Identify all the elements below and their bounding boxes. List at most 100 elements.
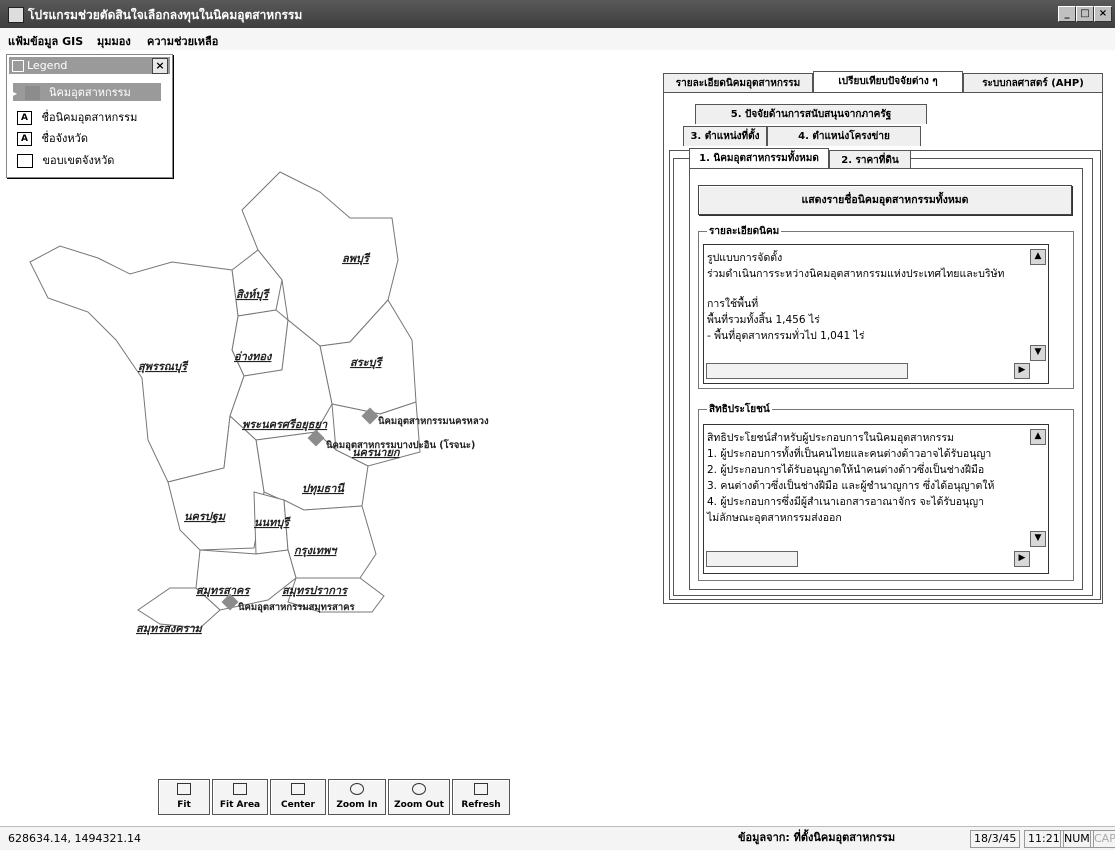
fit-icon — [177, 783, 191, 795]
caps-lock-indicator: CAPS — [1090, 830, 1115, 848]
details-line: พื้นที่รวมทั้งสิ้น 1,456 ไร่ — [707, 314, 820, 326]
horizontal-scrollbar[interactable] — [706, 551, 798, 567]
province-label: อ่างทอง — [234, 350, 273, 363]
status-bar: 628634.14, 1494321.14 ข้อมูลจาก: ที่ตั้ง… — [0, 826, 1115, 850]
coordinate-readout: 628634.14, 1494321.14 — [8, 832, 141, 845]
status-date: 18/3/45 — [970, 830, 1021, 848]
privileges-line: 2. ผู้ประกอบการได้รับอนุญาตให้นำคนต่างด้… — [707, 464, 985, 476]
province-label: สมุทรสาคร — [196, 584, 251, 598]
province-label: กรุงเทพฯ — [294, 544, 338, 558]
details-line: รูปแบบการจัดตั้ง — [707, 252, 783, 264]
menu-help[interactable]: ความช่วยเหลือ — [147, 32, 218, 50]
tab-compare-factors[interactable]: เปรียบเทียบปัจจัยต่าง ๆ — [813, 71, 963, 93]
minimize-button[interactable]: _ — [1058, 6, 1076, 22]
province-samutsakhon — [195, 549, 297, 611]
zoom-in-button-label: Zoom In — [336, 800, 378, 810]
estate-label: นิคมอุตสาหกรรมสมุทรสาคร — [238, 602, 356, 613]
tab-land-price[interactable]: 2. ราคาที่ดิน — [829, 150, 911, 170]
expand-arrow-icon: ▸ — [13, 89, 18, 98]
scroll-down-button[interactable]: ▼ — [1030, 345, 1046, 361]
tab-ahp[interactable]: ระบบกลศาสตร์ (AHP) — [963, 73, 1103, 93]
privileges-line: 4. ผู้ประกอบการซึ่งมีผู้สำเนาเอกสารอาณาจ… — [707, 496, 985, 508]
legend-window[interactable]: Legend × ▸ นิคมอุตสาหกรรม A ชื่อนิคมอุตส… — [6, 54, 173, 178]
tab-page-active: แสดงรายชื่อนิคมอุตสาหกรรมทั้งหมด รายละเอ… — [689, 168, 1083, 590]
privileges-line: สิทธิประโยชน์สำหรับผู้ประกอบการในนิคมอุต… — [707, 432, 954, 444]
tab-all-estates[interactable]: 1. นิคมอุตสาหกรรมทั้งหมด — [689, 148, 829, 169]
center-button[interactable]: Center — [270, 779, 326, 815]
province-label: สุพรรณบุรี — [138, 360, 189, 374]
details-line: ร่วมดำเนินการระหว่างนิคมอุตสาหกรรมแห่งปร… — [707, 268, 1005, 280]
scroll-up-button[interactable]: ▲ — [1030, 429, 1046, 445]
map-canvas[interactable]: ลพบุรี สิงห์บุรี อ่างทอง สระบุรี สุพรรณบ… — [20, 170, 640, 670]
fit-area-button[interactable]: Fit Area — [212, 779, 268, 815]
label-symbol-icon: A — [17, 111, 32, 125]
tab-estate-details[interactable]: รายละเอียดนิคมอุตสาหกรรม — [663, 73, 813, 93]
scroll-up-button[interactable]: ▲ — [1030, 249, 1046, 265]
close-button[interactable]: × — [1094, 6, 1112, 22]
tab-gov-support[interactable]: 5. ปัจจัยด้านการสนับสนุนจากภาครัฐ — [695, 104, 927, 124]
province-label: พระนครศรีอยุธยา — [242, 418, 328, 432]
province-suphanburi — [29, 245, 245, 483]
scroll-down-button[interactable]: ▼ — [1030, 531, 1046, 547]
show-all-estates-button[interactable]: แสดงรายชื่อนิคมอุตสาหกรรมทั้งหมด — [698, 185, 1072, 215]
menu-gis-file[interactable]: แฟ้มข้อมูล GIS — [8, 32, 83, 50]
refresh-button[interactable]: Refresh — [452, 779, 510, 815]
refresh-button-label: Refresh — [461, 800, 501, 810]
zoom-in-button[interactable]: Zoom In — [328, 779, 386, 815]
estate-label: นิคมอุตสาหกรรมนครหลวง — [378, 416, 489, 427]
num-lock-indicator: NUM — [1060, 830, 1094, 848]
detail-panel: รายละเอียดนิคมอุตสาหกรรม เปรียบเทียบปัจจ… — [663, 70, 1103, 605]
data-source-text: ข้อมูลจาก: ที่ตั้งนิคมอุตสาหกรรม — [738, 831, 896, 844]
legend-item-label: ขอบเขตจังหวัด — [42, 154, 115, 167]
title-bar: โปรแกรมช่วยตัดสินใจเลือกลงทุนในนิคมอุตสา… — [0, 0, 1115, 28]
zoom-out-button-label: Zoom Out — [394, 800, 444, 810]
boundary-symbol-icon — [17, 154, 33, 168]
status-time: 11:21 — [1024, 830, 1064, 848]
province-label: สมุทรสงคราม — [136, 622, 204, 636]
province-label: สระบุรี — [350, 356, 384, 370]
province-label: ลพบุรี — [342, 252, 371, 266]
maximize-button[interactable]: □ — [1076, 6, 1094, 22]
legend-item-label: นิคมอุตสาหกรรม — [49, 86, 131, 99]
province-label: สมุทรปราการ — [282, 584, 349, 598]
fit-area-button-label: Fit Area — [219, 800, 261, 810]
list-icon — [12, 60, 24, 72]
zoom-in-icon — [350, 783, 364, 795]
privileges-textbox[interactable]: สิทธิประโยชน์สำหรับผู้ประกอบการในนิคมอุต… — [703, 424, 1049, 574]
privileges-line: 3. คนต่างด้าวซึ่งเป็นช่างฝีมือ และผู้ชำน… — [707, 480, 995, 492]
privileges-line: 1. ผู้ประกอบการทั้งที่เป็นคนไทยและคนต่าง… — [707, 448, 992, 460]
privileges-group-label: สิทธิประโยชน์ — [707, 402, 772, 417]
zoom-out-button[interactable]: Zoom Out — [388, 779, 450, 815]
point-symbol-icon — [24, 86, 40, 100]
tab-network-location[interactable]: 4. ตำแหน่งโครงข่าย — [767, 126, 921, 146]
legend-item-estate-names[interactable]: A ชื่อนิคมอุตสาหกรรม — [17, 108, 137, 126]
app-icon[interactable] — [8, 7, 24, 23]
province-label: สิงห์บุรี — [236, 288, 270, 302]
menu-view[interactable]: มุมมอง — [97, 32, 131, 50]
map-toolbar: Fit Fit Area Center Zoom In Zoom Out Ref… — [158, 779, 510, 815]
horizontal-scrollbar[interactable] — [706, 363, 908, 379]
fit-button[interactable]: Fit — [158, 779, 210, 815]
province-label: นครปฐม — [184, 510, 227, 524]
legend-title: Legend — [27, 59, 68, 72]
details-group-label: รายละเอียดนิคม — [707, 224, 782, 239]
details-textbox[interactable]: รูปแบบการจัดตั้ง ร่วมดำเนินการระหว่างนิค… — [703, 244, 1049, 384]
details-line: - พื้นที่อุตสาหกรรมทั่วไป 1,041 ไร่ — [707, 330, 865, 342]
center-button-label: Center — [281, 800, 315, 810]
province-bangkok — [283, 499, 377, 579]
scroll-right-button[interactable]: ▶ — [1014, 363, 1030, 379]
privileges-group: สิทธิประโยชน์ สิทธิประโยชน์สำหรับผู้ประก… — [698, 402, 1074, 581]
label-symbol-icon: A — [17, 132, 32, 146]
refresh-icon — [474, 783, 488, 795]
center-icon — [291, 783, 305, 795]
legend-item-province-boundary[interactable]: ขอบเขตจังหวัด — [17, 151, 114, 169]
scroll-right-button[interactable]: ▶ — [1014, 551, 1030, 567]
tab-location[interactable]: 3. ตำแหน่งที่ตั้ง — [683, 126, 767, 146]
legend-close-button[interactable]: × — [152, 58, 168, 74]
legend-item-estates[interactable]: ▸ นิคมอุตสาหกรรม — [13, 83, 161, 101]
legend-item-province-names[interactable]: A ชื่อจังหวัด — [17, 129, 88, 147]
legend-title-bar[interactable]: Legend × — [9, 57, 170, 74]
privileges-line: ไม่ลักษณะอุตสาหกรรมส่งออก — [707, 512, 842, 524]
menu-bar: แฟ้มข้อมูล GIS มุมมอง ความช่วยเหลือ — [0, 28, 1115, 50]
province-label: ปทุมธานี — [302, 482, 345, 496]
